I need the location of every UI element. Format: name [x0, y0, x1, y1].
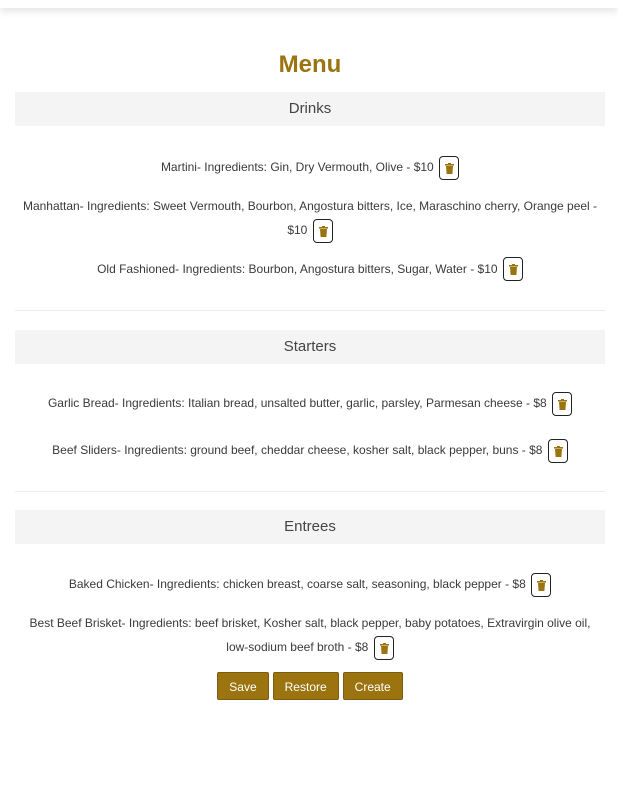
trash-icon [379, 642, 389, 654]
divider [15, 310, 605, 312]
trash-icon [445, 162, 455, 174]
delete-item-button[interactable] [373, 635, 394, 660]
trash-icon [558, 399, 568, 411]
entrees-list: Baked Chicken- Ingredients: chicken brea… [15, 544, 605, 660]
section-header-starters: Starters [15, 330, 605, 365]
drinks-list: Martini- Ingredients: Gin, Dry Vermouth,… [15, 126, 605, 282]
delete-item-button[interactable] [502, 257, 523, 282]
page-title: Menu [278, 51, 342, 78]
starters-list: Garlic Bread- Ingredients: Italian bread… [15, 364, 605, 464]
list-item: Old Fashioned- Ingredients: Bourbon, Ang… [15, 257, 605, 282]
delete-item-button[interactable] [531, 572, 552, 597]
action-buttons: Save Restore Create [15, 671, 605, 700]
save-button[interactable]: Save [217, 671, 269, 700]
trash-icon [553, 446, 563, 458]
list-item: Beef Sliders- Ingredients: ground beef, … [15, 438, 605, 464]
section-drinks: Drinks Martini- Ingredients: Gin, Dry Ve… [15, 92, 605, 282]
list-item: Garlic Bread- Ingredients: Italian bread… [15, 391, 605, 417]
list-item: Baked Chicken- Ingredients: chicken brea… [15, 572, 605, 597]
section-starters: Starters Garlic Bread- Ingredients: Ital… [15, 330, 605, 464]
delete-item-button[interactable] [439, 155, 460, 180]
list-item: Martini- Ingredients: Gin, Dry Vermouth,… [15, 155, 605, 180]
list-item: Manhattan- Ingredients: Sweet Vermouth, … [15, 194, 605, 243]
item-text: Beef Sliders- Ingredients: ground beef, … [52, 443, 543, 458]
delete-item-button[interactable] [312, 218, 333, 243]
item-text: Old Fashioned- Ingredients: Bourbon, Ang… [97, 261, 498, 276]
section-entrees: Entrees Baked Chicken- Ingredients: chic… [15, 510, 605, 660]
menu-page: Menu Drinks Martini- Ingredients: Gin, D… [15, 0, 605, 700]
item-text: Baked Chicken- Ingredients: chicken brea… [68, 577, 526, 592]
trash-icon [318, 225, 328, 237]
trash-icon [508, 264, 518, 276]
section-header-drinks: Drinks [15, 92, 605, 126]
create-button[interactable]: Create [342, 671, 403, 700]
section-header-entrees: Entrees [15, 510, 605, 545]
delete-item-button[interactable] [547, 439, 568, 464]
restore-button[interactable]: Restore [272, 671, 339, 700]
item-text: Martini- Ingredients: Gin, Dry Vermouth,… [160, 160, 434, 174]
divider [15, 491, 605, 493]
item-text: Manhattan- Ingredients: Sweet Vermouth, … [22, 198, 598, 237]
list-item: Best Beef Brisket- Ingredients: beef bri… [15, 611, 605, 660]
trash-icon [537, 579, 547, 591]
item-text: Garlic Bread- Ingredients: Italian bread… [47, 396, 547, 411]
delete-item-button[interactable] [552, 392, 573, 417]
item-text: Best Beef Brisket- Ingredients: beef bri… [29, 615, 591, 654]
